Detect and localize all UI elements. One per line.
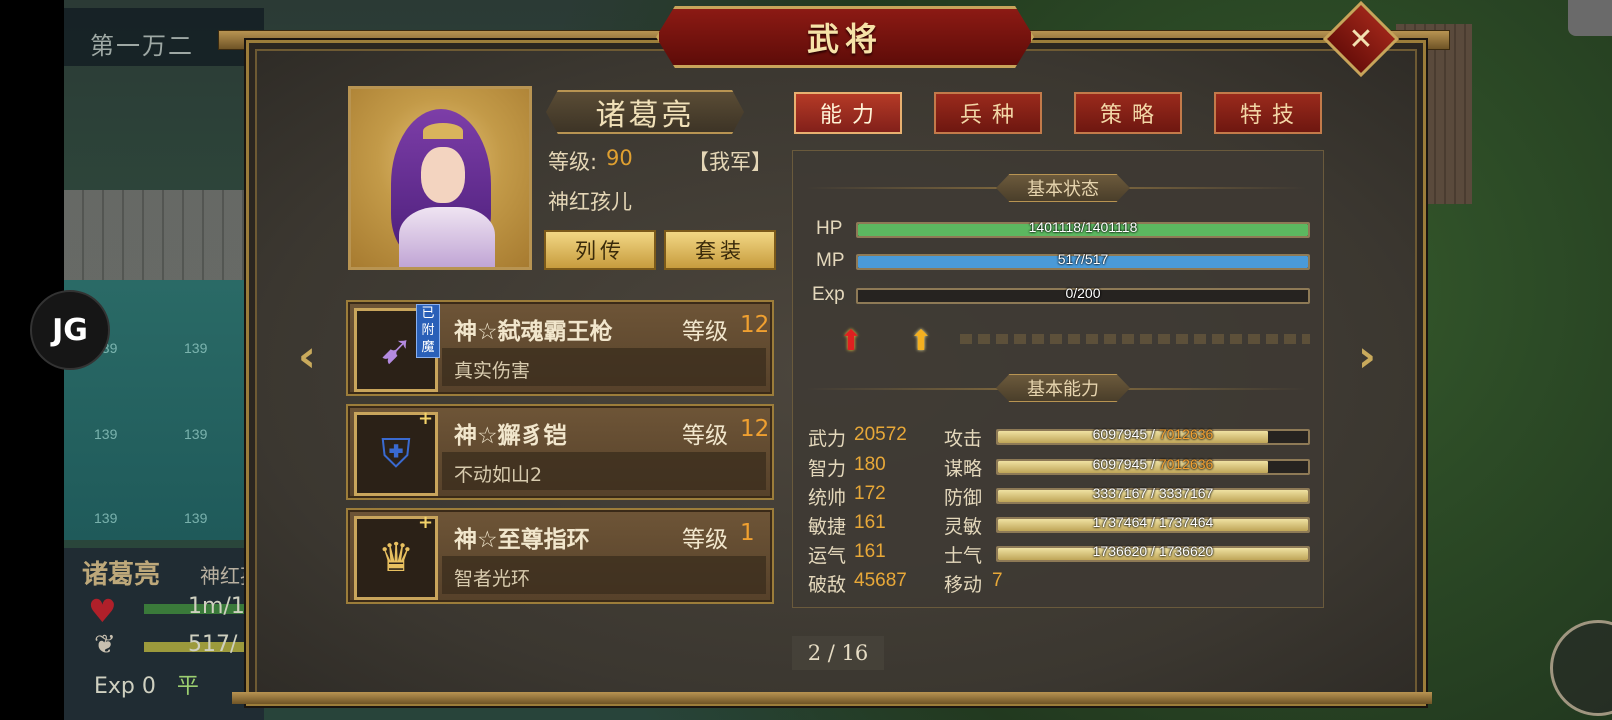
- hero-portrait: [348, 86, 532, 270]
- prev-general-arrow-icon[interactable]: ‹: [290, 330, 324, 382]
- equipment-name: 神☆弑魂霸王枪: [454, 319, 613, 345]
- combat-stat-value: 1736620 / 1736620: [1092, 543, 1214, 559]
- unit-exp: Exp 0 平: [94, 674, 199, 699]
- yellow-up-arrow-icon[interactable]: ⬆: [906, 326, 936, 356]
- hero-level-label: 等级:: [548, 150, 598, 174]
- attribute-label: 敏捷: [808, 516, 847, 538]
- basic-ability-header: 基本能力: [996, 374, 1130, 402]
- hero-side: 【我军】: [688, 150, 772, 174]
- equipment-level: 1: [740, 520, 755, 546]
- heart-icon: ♥: [88, 592, 117, 630]
- dialog-title: 武将: [656, 6, 1034, 68]
- biography-button[interactable]: 列传: [544, 230, 656, 270]
- unit-hp: 1m/1: [188, 594, 245, 619]
- combat-stat-label: 防御: [944, 487, 983, 509]
- unit-name: 诸葛亮: [82, 560, 161, 590]
- top-right-button[interactable]: [1568, 0, 1612, 36]
- combat-stat-value: 1737464 / 1737464: [1092, 514, 1214, 530]
- move-label: 移动: [944, 574, 983, 596]
- combat-stat-value: 6097945 / 7012636: [1092, 426, 1214, 442]
- equipment-slot-ring[interactable]: ♛ + 神☆至尊指环 等级 1 智者光环: [346, 508, 774, 604]
- equipment-slot-armor[interactable]: ⛨ + 神☆獬豸铠 等级 12 不动如山2: [346, 404, 774, 500]
- tile-number: 139: [184, 510, 208, 526]
- attribute-label: 武力: [808, 428, 847, 450]
- exp-value: 0/200: [1065, 285, 1101, 301]
- attribute-label: 统帅: [808, 487, 847, 509]
- attribute-value: 45687: [854, 570, 907, 591]
- combat-stat-value: 6097945 / 7012636: [1092, 456, 1214, 472]
- combat-stat-bar: 6097945 / 7012636: [996, 456, 1310, 475]
- attribute-value: 180: [854, 454, 886, 475]
- attribute-label: 运气: [808, 545, 847, 567]
- hero-title: 神红孩儿: [548, 190, 632, 214]
- tile-number: 139: [94, 426, 118, 442]
- next-general-arrow-icon[interactable]: ›: [1350, 330, 1384, 382]
- unit-mp: 517/: [188, 632, 238, 657]
- equipment-level-label: 等级: [682, 319, 728, 345]
- close-icon: ✕: [1348, 21, 1374, 57]
- tile-number: 139: [184, 340, 208, 356]
- attribute-value: 161: [854, 541, 886, 562]
- attribute-value: 20572: [854, 424, 907, 445]
- equipment-name: 神☆至尊指环: [454, 527, 590, 553]
- tab-troop-type[interactable]: 兵种: [934, 92, 1042, 134]
- combat-stat-bar: 1736620 / 1736620: [996, 543, 1310, 562]
- upgrade-star-icon: +: [418, 408, 434, 429]
- mp-bar: 517/517: [856, 251, 1310, 270]
- equipment-skill: 真实伤害: [454, 360, 531, 382]
- equipment-skill: 智者光环: [454, 568, 531, 590]
- combat-stat-label: 士气: [944, 545, 983, 567]
- equipment-name: 神☆獬豸铠: [454, 423, 567, 449]
- equipment-set-button[interactable]: 套装: [664, 230, 776, 270]
- combat-stat-label: 攻击: [944, 428, 983, 450]
- combat-stat-bar: 6097945 / 7012636: [996, 426, 1310, 445]
- tile-number: 139: [94, 510, 118, 526]
- tab-ability[interactable]: 能力: [794, 92, 902, 134]
- mp-label: MP: [816, 250, 845, 271]
- enchanted-badge: 已附魔: [416, 304, 440, 358]
- city-wall: [64, 190, 264, 280]
- side-logo-button[interactable]: JG: [30, 290, 110, 370]
- tab-strategy[interactable]: 策略: [1074, 92, 1182, 134]
- tile-number: 139: [184, 426, 208, 442]
- equipment-skill: 不动如山2: [454, 464, 543, 486]
- tab-special-skill[interactable]: 特技: [1214, 92, 1322, 134]
- basic-status-header: 基本状态: [996, 174, 1130, 202]
- hero-level: 90: [606, 146, 633, 170]
- red-up-arrow-icon[interactable]: ⬆: [836, 326, 866, 356]
- equipment-level: 12: [740, 312, 770, 338]
- hero-name-plate: 诸葛亮: [546, 90, 744, 134]
- combat-stat-label: 谋略: [944, 458, 983, 480]
- page-indicator: 2 / 16: [792, 636, 884, 670]
- equipment-slot-weapon[interactable]: ➹ 已附魔 神☆弑魂霸王枪 等级 12 真实伤害: [346, 300, 774, 396]
- attribute-value: 161: [854, 512, 886, 533]
- attribute-value: 172: [854, 483, 886, 504]
- decorative-pattern: [960, 334, 1310, 344]
- combat-stat-bar: 1737464 / 1737464: [996, 514, 1310, 533]
- feather-icon: ❦: [94, 630, 116, 660]
- hp-value: 1401118/1401118: [1028, 219, 1138, 235]
- attribute-label: 破敌: [808, 574, 847, 596]
- hero-name: 诸葛亮: [595, 98, 695, 133]
- hp-label: HP: [816, 218, 843, 239]
- hp-bar: 1401118/1401118: [856, 219, 1310, 238]
- mp-value: 517/517: [1057, 251, 1109, 267]
- exp-bar: 0/200: [856, 285, 1310, 304]
- combat-stat-bar: 3337167 / 3337167: [996, 485, 1310, 504]
- combat-stat-label: 灵敏: [944, 516, 983, 538]
- exp-label: Exp: [812, 284, 845, 305]
- attribute-label: 智力: [808, 458, 847, 480]
- equipment-level: 12: [740, 416, 770, 442]
- equipment-level-label: 等级: [682, 527, 728, 553]
- upgrade-star-icon: +: [418, 512, 434, 533]
- move-value: 7: [992, 570, 1003, 591]
- equipment-level-label: 等级: [682, 423, 728, 449]
- dialog-bottom-rail: [232, 692, 1432, 704]
- combat-stat-value: 3337167 / 3337167: [1092, 485, 1214, 501]
